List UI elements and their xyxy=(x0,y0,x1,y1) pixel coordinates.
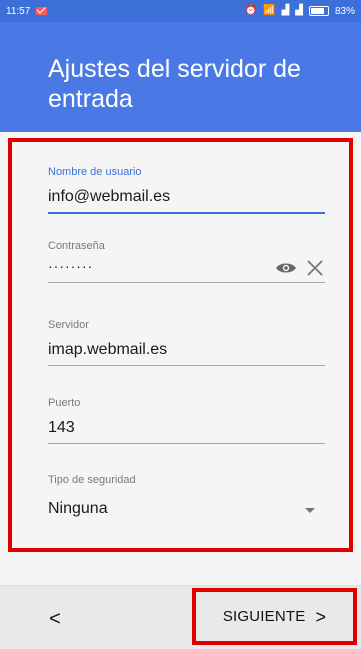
username-label: Nombre de usuario xyxy=(48,166,142,178)
security-type-value: Ninguna xyxy=(48,500,108,517)
password-underline xyxy=(48,282,325,283)
back-button[interactable]: < xyxy=(40,604,70,634)
password-row: ········ xyxy=(48,258,325,278)
eye-icon[interactable] xyxy=(275,260,297,276)
port-label: Puerto xyxy=(48,397,81,409)
password-label: Contraseña xyxy=(48,240,105,252)
username-field[interactable]: Nombre de usuario info@webmail.es xyxy=(48,166,325,214)
port-underline xyxy=(48,443,325,444)
security-type-select[interactable]: Ninguna xyxy=(48,500,325,520)
server-field[interactable]: Servidor imap.webmail.es xyxy=(48,319,325,366)
next-button-label: SIGUIENTE xyxy=(222,608,306,625)
signal-icon-2: ▟ xyxy=(295,5,303,16)
username-input[interactable]: info@webmail.es xyxy=(48,188,325,208)
battery-percent: 83% xyxy=(334,5,355,17)
next-button-highlight: SIGUIENTE > xyxy=(192,588,357,645)
page-title: Ajustes del servidor de entrada xyxy=(48,55,301,113)
security-type-field[interactable]: Tipo de seguridad Ninguna xyxy=(48,474,325,520)
signal-icon: ▟ xyxy=(281,5,290,16)
status-time: 11:57 xyxy=(6,5,31,17)
status-bar-right: ⏰ 📶 ▟ ▟ 83% xyxy=(245,6,355,17)
battery-icon xyxy=(308,6,329,16)
status-bar: 11:57 ⏰ 📶 ▟ ▟ 83% xyxy=(0,0,361,22)
chevron-right-icon: > xyxy=(315,606,327,627)
server-label: Servidor xyxy=(48,319,89,331)
security-type-label: Tipo de seguridad xyxy=(48,474,136,486)
alarm-icon: ⏰ xyxy=(244,5,258,16)
server-underline xyxy=(48,365,325,366)
password-field[interactable]: Contraseña ········ xyxy=(48,240,325,283)
server-input[interactable]: imap.webmail.es xyxy=(48,341,325,361)
chevron-down-icon[interactable] xyxy=(305,507,315,513)
port-field[interactable]: Puerto 143 xyxy=(48,397,325,444)
clear-password-icon[interactable] xyxy=(305,258,325,278)
port-input[interactable]: 143 xyxy=(48,419,325,439)
status-bar-left: 11:57 xyxy=(6,5,48,17)
gmail-notification-icon xyxy=(36,7,48,15)
username-underline xyxy=(48,212,325,214)
battery-fill xyxy=(310,8,324,14)
wifi-icon: 📶 xyxy=(263,5,276,16)
next-button[interactable]: SIGUIENTE > xyxy=(196,592,353,641)
app-header: Ajustes del servidor de entrada xyxy=(0,22,361,132)
password-input[interactable]: ········ xyxy=(48,258,267,278)
